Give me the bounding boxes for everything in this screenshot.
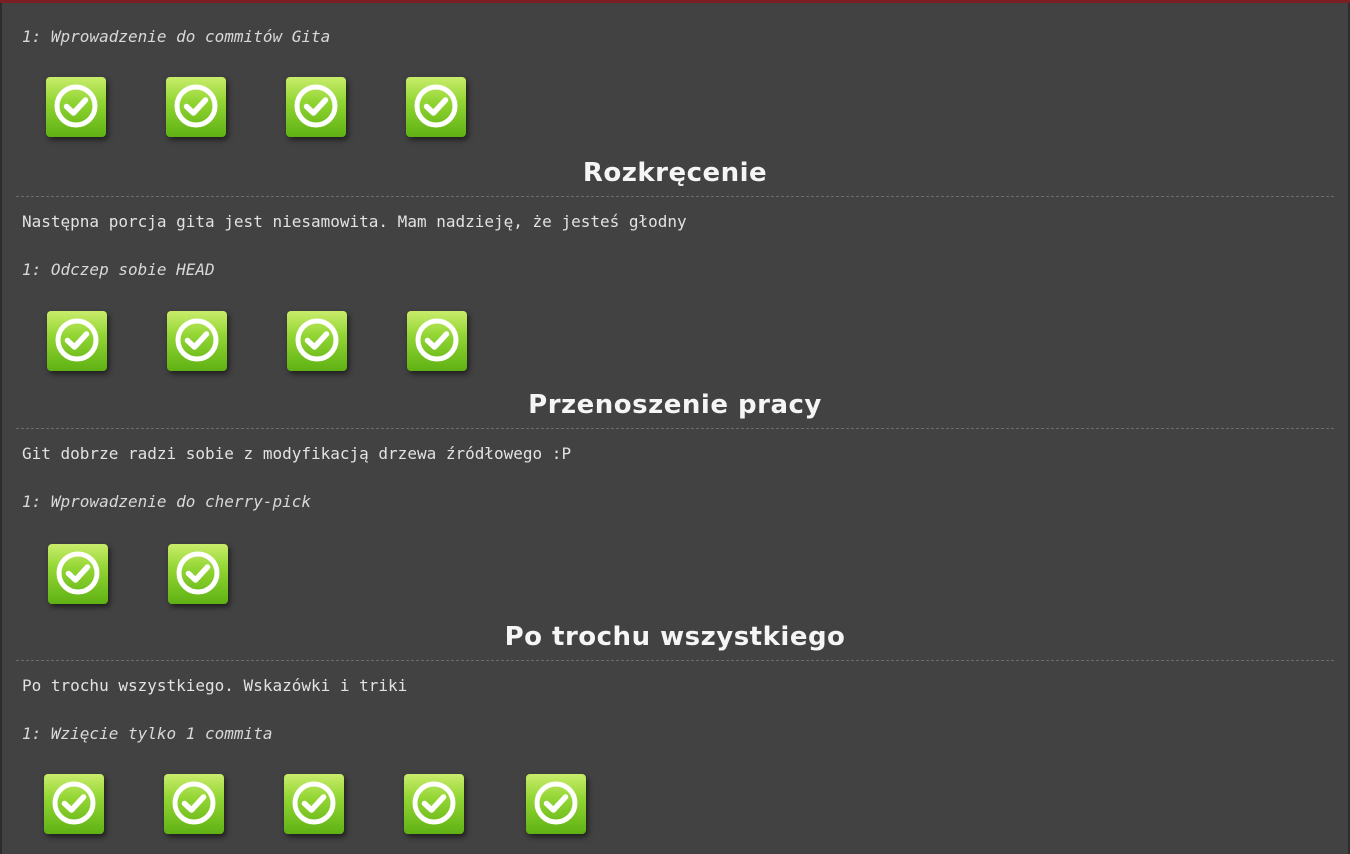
window-top-border <box>0 0 1350 3</box>
check-circle-icon <box>54 84 98 128</box>
check-circle-icon <box>294 84 338 128</box>
check-circle-icon <box>52 781 96 825</box>
sequence-about: Git dobrze radzi sobie z modyfikacją drz… <box>22 444 572 463</box>
check-circle-icon <box>292 781 336 825</box>
sequence-about: Następna porcja gita jest niesamowita. M… <box>22 212 687 231</box>
level-complete-button[interactable] <box>286 77 346 137</box>
level-complete-button[interactable] <box>44 774 104 834</box>
level-name: 1: Wzięcie tylko 1 commita <box>22 724 273 743</box>
level-complete-button[interactable] <box>167 311 227 371</box>
level-complete-button[interactable] <box>46 77 106 137</box>
level-icon-row <box>46 77 1346 139</box>
level-complete-button[interactable] <box>164 774 224 834</box>
level-icon-row <box>47 311 1347 373</box>
level-complete-button[interactable] <box>407 311 467 371</box>
check-circle-icon <box>56 551 100 595</box>
section-divider <box>16 660 1334 661</box>
level-complete-button[interactable] <box>168 544 228 604</box>
level-complete-button[interactable] <box>406 77 466 137</box>
section-divider <box>16 196 1334 197</box>
level-complete-button[interactable] <box>166 77 226 137</box>
frame-left-edge <box>0 3 2 854</box>
level-complete-button[interactable] <box>287 311 347 371</box>
level-name: 1: Odczep sobie HEAD <box>22 260 215 279</box>
level-complete-button[interactable] <box>526 774 586 834</box>
check-circle-icon <box>176 551 220 595</box>
check-circle-icon <box>415 318 459 362</box>
level-icon-row <box>48 544 1348 606</box>
level-name: 1: Wprowadzenie do commitów Gita <box>22 27 331 46</box>
check-circle-icon <box>534 781 578 825</box>
sequence-title: Rozkręcenie <box>582 158 768 188</box>
sequence-title: Po trochu wszystkiego <box>504 622 846 652</box>
check-circle-icon <box>412 781 456 825</box>
level-complete-button[interactable] <box>47 311 107 371</box>
check-circle-icon <box>172 781 216 825</box>
check-circle-icon <box>414 84 458 128</box>
level-complete-button[interactable] <box>48 544 108 604</box>
sequence-title: Przenoszenie pracy <box>528 390 822 420</box>
sequence-about: Po trochu wszystkiego. Wskazówki i triki <box>22 676 408 695</box>
level-complete-button[interactable] <box>284 774 344 834</box>
check-circle-icon <box>175 318 219 362</box>
level-complete-button[interactable] <box>404 774 464 834</box>
level-name: 1: Wprowadzenie do cherry-pick <box>22 492 311 511</box>
section-divider <box>16 428 1334 429</box>
check-circle-icon <box>295 318 339 362</box>
level-icon-row <box>44 774 1344 836</box>
check-circle-icon <box>55 318 99 362</box>
check-circle-icon <box>174 84 218 128</box>
